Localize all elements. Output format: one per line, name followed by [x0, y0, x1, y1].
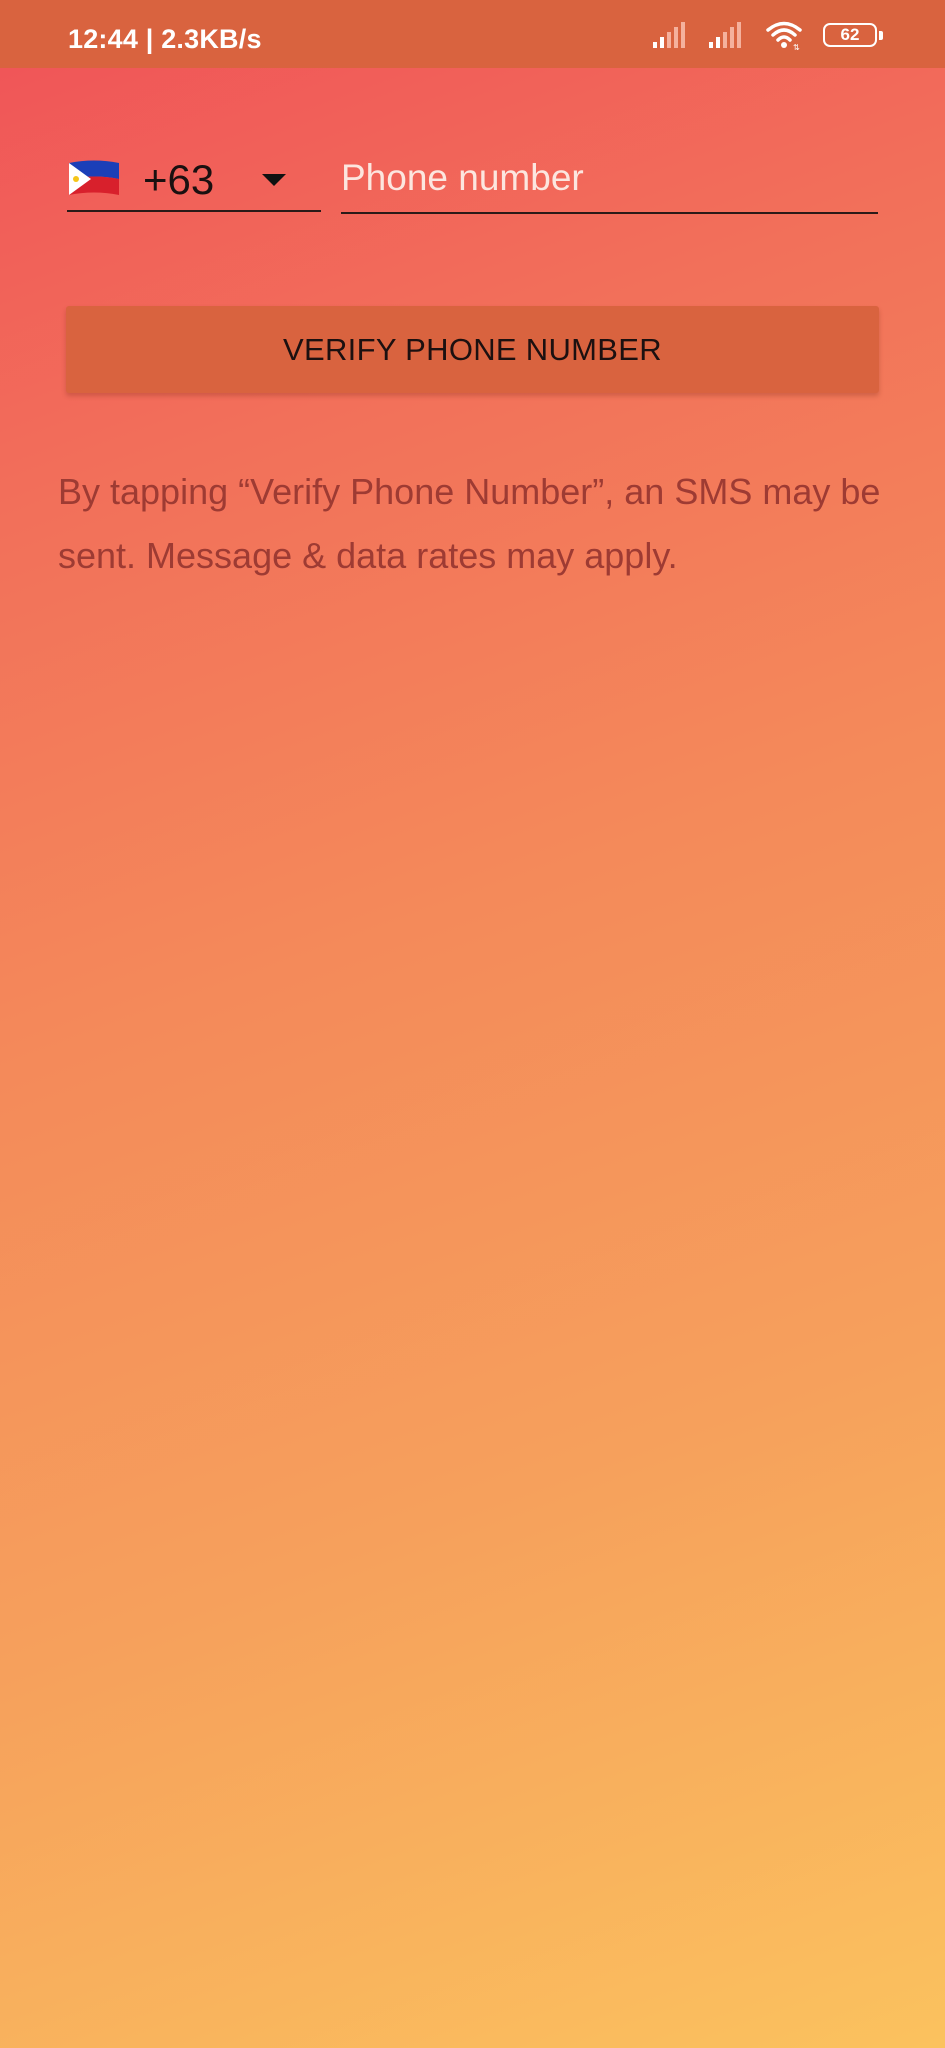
signal-icon — [709, 22, 741, 48]
battery-icon: 62 — [823, 23, 883, 47]
svg-text:⇅: ⇅ — [793, 43, 800, 50]
status-time-speed: 12:44 | 2.3KB/s — [68, 24, 262, 54]
signal-icon — [653, 22, 685, 48]
status-icons: ⇅ 62 — [653, 20, 883, 50]
dial-code: +63 — [143, 156, 215, 203]
battery-level: 62 — [840, 25, 860, 44]
status-bar: 12:44 | 2.3KB/s ⇅ 62 — [0, 0, 945, 68]
dropdown-arrow-icon — [262, 174, 286, 186]
flag-philippines-icon — [69, 160, 119, 195]
country-code-picker[interactable]: +63 — [67, 150, 321, 212]
phone-number-input[interactable] — [341, 150, 878, 214]
wifi-icon: ⇅ — [766, 21, 802, 50]
sms-disclaimer-text: By tapping “Verify Phone Number”, an SMS… — [58, 471, 881, 576]
verify-phone-button[interactable]: VERIFY PHONE NUMBER — [66, 306, 879, 393]
